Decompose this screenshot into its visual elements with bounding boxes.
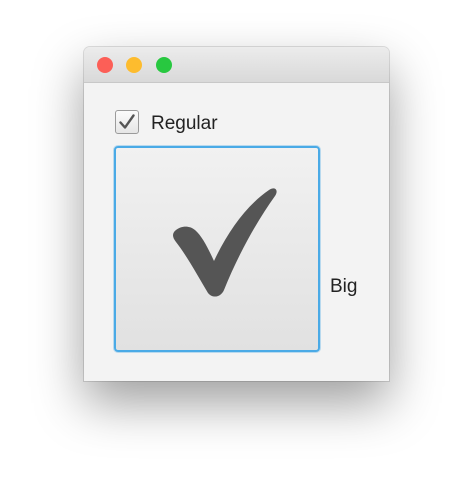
regular-checkbox[interactable] — [115, 110, 139, 134]
checkmark-icon — [119, 114, 135, 129]
app-window: Regular Big — [84, 47, 389, 381]
minimize-button[interactable] — [126, 57, 142, 73]
title-bar[interactable] — [84, 47, 389, 83]
close-button[interactable] — [97, 57, 113, 73]
checkmark-icon — [173, 188, 277, 297]
big-checkbox-label[interactable]: Big — [330, 276, 357, 298]
big-checkbox[interactable] — [114, 146, 320, 352]
zoom-button[interactable] — [156, 57, 172, 73]
regular-checkbox-label[interactable]: Regular — [151, 113, 218, 135]
window-content: Regular Big — [84, 83, 389, 381]
